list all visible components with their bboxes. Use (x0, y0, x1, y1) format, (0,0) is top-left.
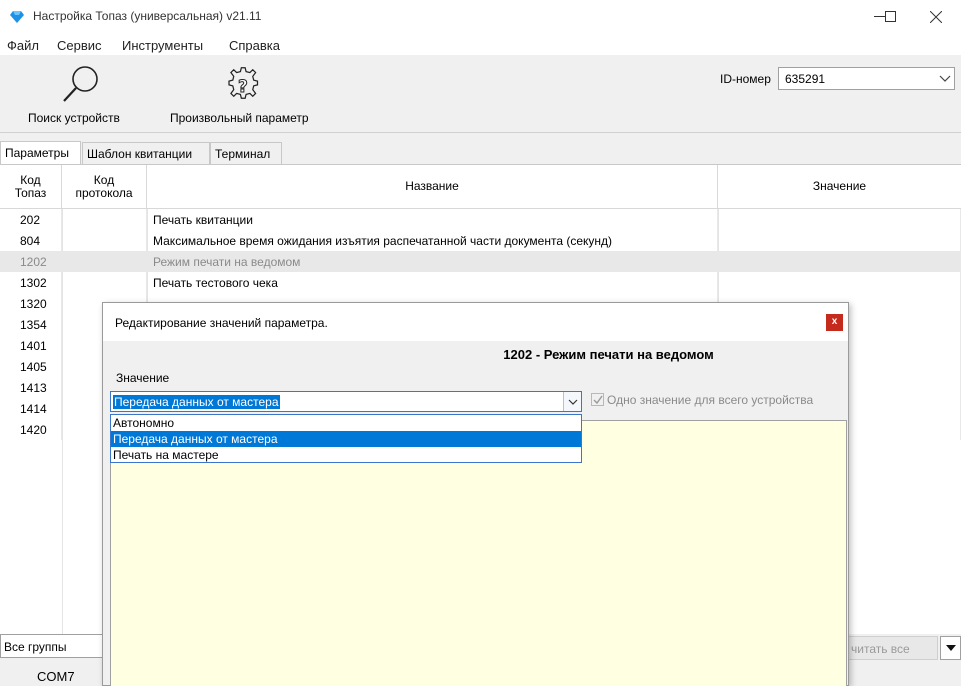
menu-file[interactable]: Файл (7, 38, 39, 53)
tab-receipt-template[interactable]: Шаблон квитанции (82, 142, 210, 164)
menu-tools[interactable]: Инструменты (122, 38, 203, 53)
edit-parameter-dialog: Редактирование значений параметра. x 120… (102, 302, 849, 686)
row-topaz-code: 1302 (0, 272, 62, 293)
dialog-heading-text: 1202 - Режим печати на ведомом (503, 347, 714, 362)
row-value (718, 209, 961, 230)
header-topaz-code[interactable]: Код Топаз (0, 165, 62, 209)
menu-bar: Файл Сервис Инструменты Справка (0, 33, 961, 55)
menu-service[interactable]: Сервис (57, 38, 102, 53)
row-name: Печать тестового чека (147, 272, 718, 293)
row-protocol-code (62, 272, 147, 293)
gear-question-icon: ? (228, 67, 259, 99)
dialog-heading: 1202 - Режим печати на ведомом (103, 347, 848, 362)
maximize-icon (884, 11, 896, 22)
menu-help[interactable]: Справка (229, 38, 280, 53)
option-autonomous[interactable]: Автономно (111, 415, 581, 431)
single-value-checkbox[interactable]: Одно значение для всего устройства (591, 393, 813, 407)
row-protocol-code (62, 209, 147, 230)
header-protocol-code[interactable]: Код протокола (62, 165, 147, 209)
row-name: Максимальное время ожидания изъятия расп… (147, 230, 718, 251)
header-topaz-code-label: Код Топаз (14, 172, 47, 200)
svg-text:?: ? (238, 77, 248, 97)
triangle-down-icon (945, 645, 956, 651)
dialog-title-bar: Редактирование значений параметра. x (103, 303, 848, 341)
row-topaz-code: 1320 (0, 293, 62, 314)
table-row[interactable]: 804 Максимальное время ожидания изъятия р… (0, 230, 961, 251)
row-topaz-code: 804 (0, 230, 62, 251)
value-combo[interactable]: Передача данных от мастера (110, 391, 582, 412)
row-topaz-code: 1414 (0, 398, 62, 419)
chevron-down-icon (568, 399, 577, 405)
title-bar: Настройка Топаз (универсальная) v21.11 (0, 0, 961, 33)
table-row[interactable]: 1302 Печать тестового чека (0, 272, 961, 293)
tab-terminal[interactable]: Терминал (210, 142, 282, 164)
row-topaz-code: 1405 (0, 356, 62, 377)
toolbar: Поиск устройств ? Произвольный параметр … (0, 55, 961, 133)
row-name: Режим печати на ведомом (147, 251, 718, 272)
header-name-label: Название (405, 179, 459, 193)
header-value[interactable]: Значение (718, 165, 961, 209)
value-combo-selected: Передача данных от мастера (113, 395, 280, 409)
row-value (718, 230, 961, 251)
checkmark-icon (593, 395, 603, 405)
table-row[interactable]: 1202 Режим печати на ведомом (0, 251, 961, 272)
window-title: Настройка Топаз (универсальная) v21.11 (33, 9, 262, 23)
row-topaz-code: 1202 (0, 251, 62, 272)
checkbox-icon (591, 393, 604, 406)
row-name: Печать квитанции (147, 209, 718, 230)
header-value-label: Значение (812, 179, 867, 193)
close-button[interactable] (913, 0, 959, 33)
single-value-label: Одно значение для всего устройства (607, 393, 814, 407)
search-devices-button[interactable]: Поиск устройств (10, 55, 140, 133)
row-topaz-code: 1420 (0, 419, 62, 440)
row-protocol-code (62, 230, 147, 251)
maximize-button[interactable] (867, 0, 913, 33)
value-dropdown-list: Автономно Передача данных от мастера Печ… (110, 414, 582, 463)
row-topaz-code: 1413 (0, 377, 62, 398)
custom-parameter-label: Произвольный параметр (170, 111, 309, 125)
row-value (718, 272, 961, 293)
header-name[interactable]: Название (147, 165, 718, 209)
header-protocol-code-label: Код протокола (75, 172, 133, 200)
read-all-dropdown[interactable] (940, 636, 961, 660)
value-combo-dropdown-button[interactable] (563, 392, 581, 411)
id-number-label: ID-номер (720, 72, 771, 86)
chevron-down-icon (939, 75, 951, 82)
option-master-transfer[interactable]: Передача данных от мастера (111, 431, 581, 447)
option-print-on-master[interactable]: Печать на мастере (111, 447, 581, 463)
port-status: COM7 (37, 669, 75, 684)
magnifier-icon (63, 66, 98, 102)
diamond-icon (10, 11, 24, 23)
dialog-close-button[interactable]: x (826, 314, 843, 331)
value-label: Значение (116, 371, 170, 385)
row-topaz-code: 1354 (0, 314, 62, 335)
row-value (718, 251, 961, 272)
id-number-value: 635291 (785, 72, 826, 86)
group-filter-combo[interactable]: Все группы (0, 634, 110, 658)
search-devices-label: Поиск устройств (28, 111, 120, 125)
tab-parameters[interactable]: Параметры (0, 141, 81, 165)
custom-parameter-button[interactable]: ? Произвольный параметр (165, 55, 335, 133)
row-topaz-code: 1401 (0, 335, 62, 356)
id-number-combo[interactable]: 635291 (778, 67, 955, 90)
row-topaz-code: 202 (0, 209, 62, 230)
dialog-title: Редактирование значений параметра. (115, 316, 328, 330)
table-row[interactable]: 202 Печать квитанции (0, 209, 961, 230)
close-icon (930, 10, 942, 23)
row-protocol-code (62, 251, 147, 272)
group-filter-value: Все группы (4, 640, 67, 654)
